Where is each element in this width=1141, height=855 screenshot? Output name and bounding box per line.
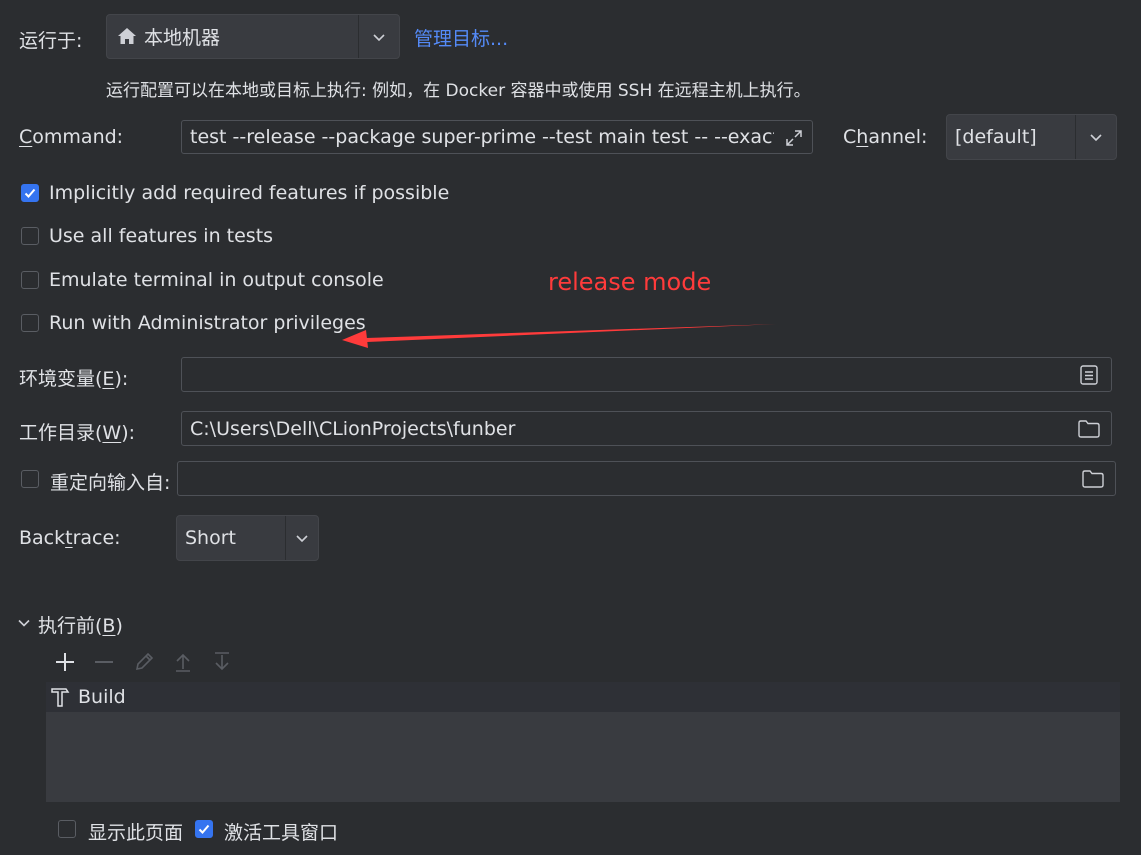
before-launch-header[interactable]: 执行前(B) bbox=[38, 611, 123, 638]
chevron-down-icon[interactable] bbox=[358, 15, 399, 58]
option-label-admin-privileges[interactable]: Run with Administrator privileges bbox=[49, 312, 366, 334]
backtrace-label: Backtrace: bbox=[19, 527, 121, 549]
redirect-input[interactable] bbox=[177, 461, 1116, 496]
show-page-checkbox[interactable] bbox=[58, 820, 76, 838]
home-icon bbox=[117, 26, 137, 51]
channel-dropdown[interactable]: [default] bbox=[946, 114, 1117, 160]
hammer-icon bbox=[49, 686, 71, 713]
activate-tool-window-checkbox[interactable] bbox=[195, 820, 213, 838]
redirect-checkbox[interactable] bbox=[21, 470, 39, 488]
option-label-implicit-features[interactable]: Implicitly add required features if poss… bbox=[49, 182, 449, 204]
plus-icon[interactable] bbox=[51, 648, 79, 676]
minus-icon[interactable] bbox=[90, 648, 118, 676]
channel-value: [default] bbox=[955, 126, 1037, 148]
pencil-icon[interactable] bbox=[130, 648, 158, 676]
workdir-value: C:\Users\Dell\CLionProjects\funber bbox=[190, 417, 516, 440]
annotation-text: release mode bbox=[548, 268, 712, 296]
run-on-hint: 运行配置可以在本地或目标上执行: 例如，在 Docker 容器中或使用 SSH … bbox=[106, 81, 811, 101]
env-input[interactable] bbox=[181, 357, 1112, 392]
task-label: Build bbox=[78, 686, 126, 708]
move-up-icon[interactable] bbox=[169, 648, 197, 676]
manage-targets-link[interactable]: 管理目标... bbox=[414, 24, 508, 51]
run-target-value: 本地机器 bbox=[144, 27, 221, 49]
command-input[interactable]: test --release --package super-prime --t… bbox=[181, 120, 813, 154]
chevron-down-icon[interactable] bbox=[1075, 115, 1116, 159]
workdir-input[interactable]: C:\Users\Dell\CLionProjects\funber bbox=[181, 411, 1112, 446]
before-launch-task-list[interactable]: Build bbox=[46, 682, 1120, 802]
option-label-emulate-terminal[interactable]: Emulate terminal in output console bbox=[49, 269, 384, 291]
run-on-label: 运行于: bbox=[19, 30, 83, 52]
redirect-label[interactable]: 重定向输入自: bbox=[50, 468, 170, 495]
run-target-dropdown[interactable]: 本地机器 bbox=[106, 14, 400, 59]
command-value: test --release --package super-prime --t… bbox=[190, 126, 774, 148]
backtrace-dropdown[interactable]: Short bbox=[176, 515, 319, 561]
list-item[interactable]: Build bbox=[46, 682, 1120, 712]
move-down-icon[interactable] bbox=[208, 648, 236, 676]
option-checkbox-emulate-terminal[interactable] bbox=[21, 271, 39, 289]
env-label: 环境变量(E): bbox=[19, 368, 129, 390]
annotation-arrow-icon bbox=[342, 324, 776, 348]
activate-tool-window-label[interactable]: 激活工具窗口 bbox=[224, 818, 338, 845]
option-checkbox-admin-privileges[interactable] bbox=[21, 314, 39, 332]
backtrace-value: Short bbox=[185, 527, 236, 549]
folder-icon[interactable] bbox=[1077, 419, 1101, 444]
collapse-chevron-icon[interactable] bbox=[16, 614, 32, 636]
option-checkbox-all-features[interactable] bbox=[21, 227, 39, 245]
workdir-label: 工作目录(W): bbox=[19, 422, 136, 444]
show-page-label[interactable]: 显示此页面 bbox=[88, 818, 183, 845]
option-label-all-features[interactable]: Use all features in tests bbox=[49, 225, 273, 247]
folder-icon[interactable] bbox=[1081, 469, 1105, 494]
expand-icon[interactable] bbox=[784, 128, 804, 153]
channel-label: Channel: bbox=[843, 126, 928, 148]
option-checkbox-implicit-features[interactable] bbox=[21, 184, 39, 202]
edit-list-icon[interactable] bbox=[1079, 364, 1099, 391]
command-label: Command: bbox=[19, 126, 124, 148]
chevron-down-icon[interactable] bbox=[285, 516, 318, 560]
